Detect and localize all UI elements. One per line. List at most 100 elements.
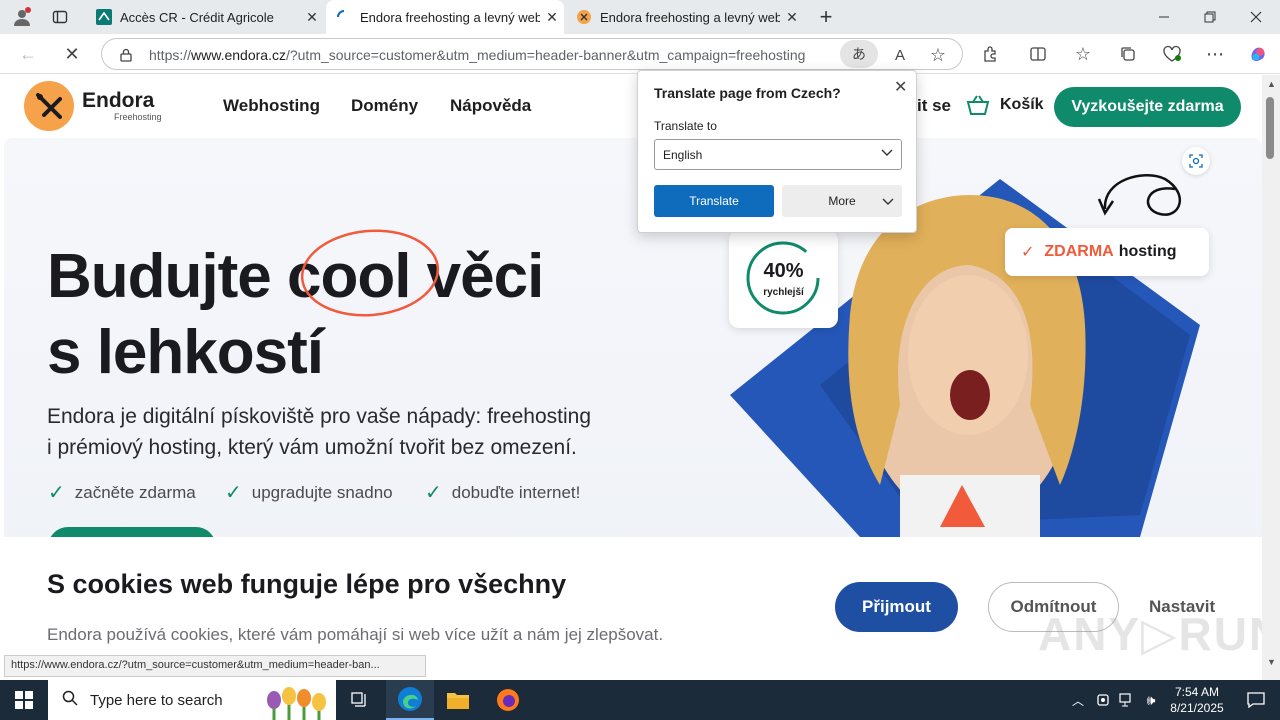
feature-conquer: ✓ dobuďte internet! [425,480,580,505]
clock-time: 7:54 AM [1174,685,1220,699]
read-aloud-icon[interactable]: A [884,39,916,71]
watermark-logo: ANY▷RUN [1038,608,1262,660]
show-hidden-icons-icon[interactable]: ︿ [1066,680,1090,720]
cookie-title: S cookies web funguje lépe pro všechny [47,569,567,599]
page-scrollbar[interactable]: ▲ ▼ [1262,75,1280,680]
notifications-icon[interactable] [1232,680,1280,720]
close-popup-icon[interactable]: ✕ [894,77,907,97]
tab-title: Endora freehosting a levný webho [600,9,780,25]
feature-label: dobuďte internet! [451,482,581,502]
nav-login[interactable]: it se [917,96,951,116]
language-select[interactable]: English [654,139,902,170]
search-placeholder: Type here to search [90,691,223,709]
chevron-down-icon [881,146,893,161]
minimize-icon[interactable] [1148,1,1180,33]
nav-napoveda[interactable]: Nápověda [450,96,531,116]
restore-icon[interactable] [1194,1,1226,33]
loading-spinner-icon [336,9,352,25]
task-view-icon[interactable] [336,680,384,720]
address-bar[interactable]: https://www.endora.cz/?utm_source=custom… [101,38,963,70]
url-host: www.endora.cz [191,47,286,63]
back-icon[interactable]: ← [12,38,44,70]
try-free-button[interactable]: Vyzkoušejte zdarma [1054,87,1241,127]
tab-actions-icon[interactable] [44,1,76,33]
feature-label: upgradujte snadno [251,482,393,502]
search-icon [62,690,78,710]
extensions-icon[interactable] [974,38,1006,70]
tab-strip: Accès CR - Crédit Agricole ✕ Endora free… [0,0,1280,34]
site-info-icon[interactable] [110,39,142,71]
basket-icon [966,95,990,115]
taskbar: Type here to search ︿ 🕪 7:54 AM 8/21/202… [0,680,1280,720]
firefox-icon[interactable] [484,680,532,720]
cart-link[interactable]: Košík [966,94,1044,116]
copilot-icon[interactable] [1242,38,1274,70]
volume-icon[interactable]: 🕪 [1140,680,1162,720]
tab-title: Endora freehosting a levný webho [360,9,540,25]
free-label: ZDARMA [1044,243,1114,260]
web-page: 40% rychlejší ✓ ZDARMA hosting Endora Fr… [0,75,1262,680]
translate-button[interactable]: Translate [654,185,774,217]
collections-icon[interactable] [1112,38,1144,70]
more-options-icon[interactable]: ⋯ [1199,38,1231,70]
lead-line-1: Endora je digitální pískoviště pro vaše … [47,405,592,428]
status-url-bar: https://www.endora.cz/?utm_source=custom… [4,655,426,677]
browser-essentials-icon[interactable] [1156,38,1188,70]
translate-popup: Translate page from Czech? ✕ Translate t… [637,70,917,233]
file-explorer-icon[interactable] [434,680,482,720]
scroll-down-arrow-icon[interactable]: ▼ [1267,657,1276,667]
tab-endora[interactable]: Endora freehosting a levný webho ✕ [566,0,804,34]
new-tab-icon[interactable]: + [810,1,842,33]
edge-taskbar-icon[interactable] [386,680,434,720]
more-label: More [828,194,856,208]
scroll-up-arrow-icon[interactable]: ▲ [1267,79,1276,89]
profile-icon[interactable] [6,1,38,33]
logo-subtitle: Freehosting [114,112,162,122]
credit-agricole-favicon-icon [96,9,112,25]
cookie-text: Endora používá cookies, které vám pomáha… [47,625,664,644]
lead-line-2: i prémiový hosting, který vám umožní tvo… [47,436,577,459]
translate-icon[interactable]: あ [840,40,878,68]
network-icon[interactable] [1116,680,1138,720]
feature-label: začněte zdarma [74,482,196,502]
endora-logo-icon[interactable] [24,81,74,131]
more-options-button[interactable]: More [782,185,902,217]
speed-label: rychlejší [763,287,804,298]
close-tab-icon[interactable]: ✕ [540,9,564,26]
cool-circle-decoration [300,229,440,317]
network-security-icon[interactable] [1092,680,1114,720]
url-text[interactable]: https://www.endora.cz/?utm_source=custom… [149,47,805,63]
scrollbar-thumb[interactable] [1266,97,1274,159]
url-prefix: https:// [149,47,192,63]
url-rest: /?utm_source=customer&utm_medium=header-… [285,47,806,63]
endora-favicon-icon [576,9,592,25]
cart-label: Košík [1000,96,1044,113]
favorites-icon[interactable]: ☆ [1067,38,1099,70]
nav-domeny[interactable]: Domény [351,96,418,116]
headline-line-1: Budujte cool věci [47,241,544,312]
taskbar-search[interactable]: Type here to search [48,680,336,720]
check-icon: ✓ [1021,244,1035,261]
clock[interactable]: 7:54 AM 8/21/2025 [1168,684,1226,716]
close-tab-icon[interactable]: ✕ [300,9,324,26]
selected-language: English [663,148,703,162]
accept-cookies-button[interactable]: Přijmout [835,582,958,632]
nav-webhosting[interactable]: Webhosting [223,96,320,116]
headline-line-2: s lehkostí [47,318,324,387]
logo-text[interactable]: Endora [82,89,154,113]
speed-percent: 40% [763,260,804,282]
favorite-star-icon[interactable]: ☆ [922,39,954,71]
close-tab-icon[interactable]: ✕ [780,9,804,26]
check-icon: ✓ [425,482,442,504]
visual-search-icon[interactable] [1182,147,1210,175]
tab-endora-active[interactable]: Endora freehosting a levný webho ✕ [326,0,564,34]
windows-start-icon[interactable] [0,680,48,720]
tab-credit-agricole[interactable]: Accès CR - Crédit Agricole ✕ [86,0,324,34]
tab-title: Accès CR - Crédit Agricole [120,9,274,25]
speed-badge: 40% rychlejší [729,230,838,328]
split-screen-icon[interactable] [1022,38,1054,70]
close-window-icon[interactable] [1240,1,1272,33]
stop-loading-icon[interactable]: ✕ [56,38,88,70]
tulips-decoration-icon [264,684,334,720]
feature-upgrade: ✓ upgradujte snadno [225,480,393,505]
